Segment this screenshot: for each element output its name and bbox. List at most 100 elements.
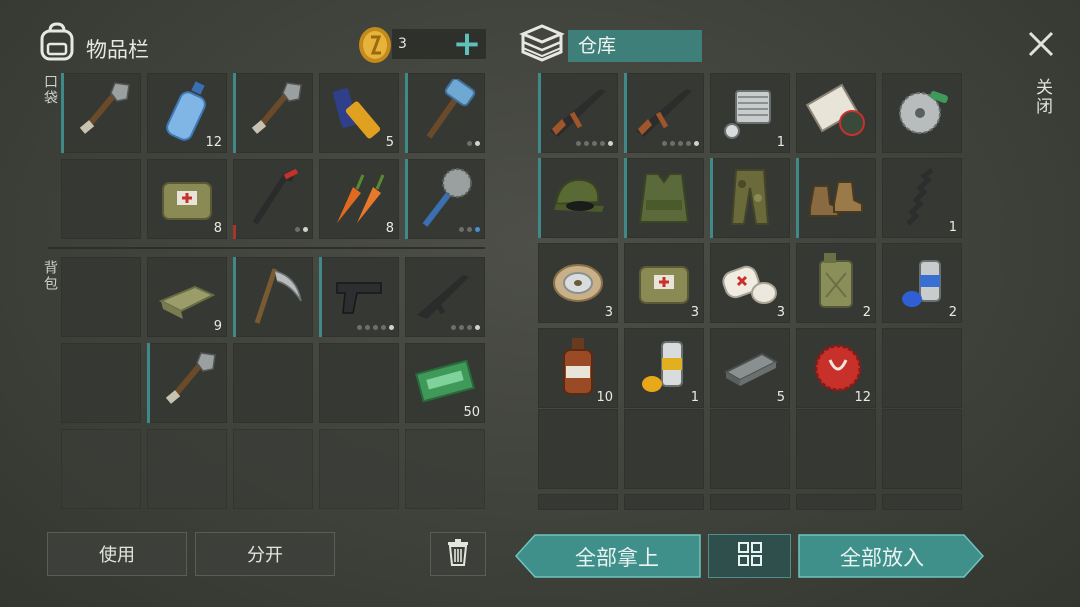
item-slot[interactable]	[538, 73, 618, 153]
empty-slot[interactable]	[882, 409, 962, 489]
storage-empty-row	[538, 409, 962, 489]
item-slot[interactable]	[405, 73, 485, 153]
item-slot[interactable]: 3	[710, 243, 790, 323]
item-slot[interactable]: 5	[319, 73, 399, 153]
item-slot[interactable]: 1	[624, 328, 704, 408]
item-slot[interactable]	[147, 343, 227, 423]
section-divider	[48, 247, 485, 249]
empty-slot[interactable]	[147, 429, 227, 509]
empty-slot[interactable]	[319, 343, 399, 423]
put-all-label: 全部放入	[840, 546, 924, 570]
backpack-grid: 9 50	[61, 257, 485, 423]
empty-slot[interactable]	[710, 409, 790, 489]
upgrade-dot	[365, 325, 370, 330]
empty-slot[interactable]	[882, 494, 962, 510]
item-slot[interactable]	[405, 159, 485, 239]
empty-slot[interactable]	[710, 494, 790, 510]
item-count: 5	[776, 390, 785, 405]
item-slot[interactable]	[61, 73, 141, 153]
item-slot[interactable]: 1	[882, 158, 962, 238]
empty-slot[interactable]	[61, 257, 141, 337]
empty-slot[interactable]	[624, 409, 704, 489]
medkit-bag-icon	[632, 249, 696, 313]
spray-paint-blue-icon	[890, 249, 954, 313]
put-all-button[interactable]: 全部放入	[798, 534, 984, 578]
close-button[interactable]: 关闭	[1022, 30, 1060, 130]
empty-slot[interactable]	[319, 429, 399, 509]
tactical-vest-icon	[632, 164, 696, 228]
item-count: 5	[385, 135, 394, 150]
empty-slot[interactable]	[882, 328, 962, 408]
item-count: 1	[690, 390, 699, 405]
saw-blade-icon	[890, 79, 954, 143]
shovel-icon	[241, 79, 305, 143]
item-count: 3	[776, 305, 785, 320]
upgrade-dot	[600, 141, 605, 146]
item-slot[interactable]	[796, 73, 876, 153]
empty-slot[interactable]	[538, 494, 618, 510]
carrot-icon	[327, 165, 391, 229]
upgrade-dot	[475, 141, 480, 146]
coin-icon	[357, 25, 393, 65]
item-slot[interactable]: 10	[538, 328, 618, 408]
shovel-icon	[155, 349, 219, 413]
item-slot[interactable]	[405, 257, 485, 337]
empty-slot[interactable]	[538, 409, 618, 489]
item-slot[interactable]: 8	[147, 159, 227, 239]
item-slot[interactable]	[624, 158, 704, 238]
empty-slot[interactable]	[61, 343, 141, 423]
empty-slot[interactable]	[61, 429, 141, 509]
bottle-cap-icon	[804, 334, 868, 398]
split-button[interactable]: 分开	[195, 532, 335, 576]
sort-grid-button[interactable]	[708, 534, 791, 578]
item-slot[interactable]	[882, 73, 962, 153]
upgrade-dot	[475, 325, 480, 330]
item-slot[interactable]: 3	[538, 243, 618, 323]
use-button[interactable]: 使用	[47, 532, 187, 576]
take-all-button[interactable]: 全部拿上	[515, 534, 701, 578]
trash-button[interactable]	[430, 532, 486, 576]
upgrade-dot	[459, 325, 464, 330]
item-slot[interactable]: 12	[796, 328, 876, 408]
medkit-bag-icon	[155, 165, 219, 229]
upgrade-dot	[686, 141, 691, 146]
item-count: 1	[948, 220, 957, 235]
empty-slot[interactable]	[796, 494, 876, 510]
item-count: 2	[862, 305, 871, 320]
add-coins-button[interactable]: +	[450, 27, 484, 61]
item-count: 3	[690, 305, 699, 320]
upgrade-dots	[459, 227, 480, 232]
upgrade-dot	[576, 141, 581, 146]
item-slot[interactable]: 5	[710, 328, 790, 408]
item-slot[interactable]: 50	[405, 343, 485, 423]
upgrade-dot	[467, 325, 472, 330]
empty-slot[interactable]	[61, 159, 141, 239]
item-slot[interactable]: 12	[147, 73, 227, 153]
empty-slot[interactable]	[405, 429, 485, 509]
item-slot[interactable]: 2	[796, 243, 876, 323]
military-cap-icon	[546, 164, 610, 228]
item-slot[interactable]: 9	[147, 257, 227, 337]
coin-counter: 3 +	[392, 27, 486, 61]
item-slot[interactable]	[538, 158, 618, 238]
item-slot[interactable]: 2	[882, 243, 962, 323]
item-slot[interactable]	[233, 159, 313, 239]
upgrade-dot	[475, 227, 480, 232]
item-slot[interactable]: 3	[624, 243, 704, 323]
item-slot[interactable]: 8	[319, 159, 399, 239]
crowbar-icon	[241, 165, 305, 229]
empty-slot[interactable]	[796, 409, 876, 489]
item-slot[interactable]	[796, 158, 876, 238]
item-slot[interactable]	[710, 158, 790, 238]
item-slot[interactable]	[233, 257, 313, 337]
empty-slot[interactable]	[624, 494, 704, 510]
item-slot[interactable]	[319, 257, 399, 337]
item-slot[interactable]	[624, 73, 704, 153]
pistol-icon	[327, 263, 391, 327]
item-slot[interactable]	[233, 73, 313, 153]
item-slot[interactable]: 1	[710, 73, 790, 153]
empty-slot[interactable]	[233, 429, 313, 509]
empty-slot[interactable]	[233, 343, 313, 423]
upgrade-dot	[608, 141, 613, 146]
ak47-icon	[546, 79, 610, 143]
